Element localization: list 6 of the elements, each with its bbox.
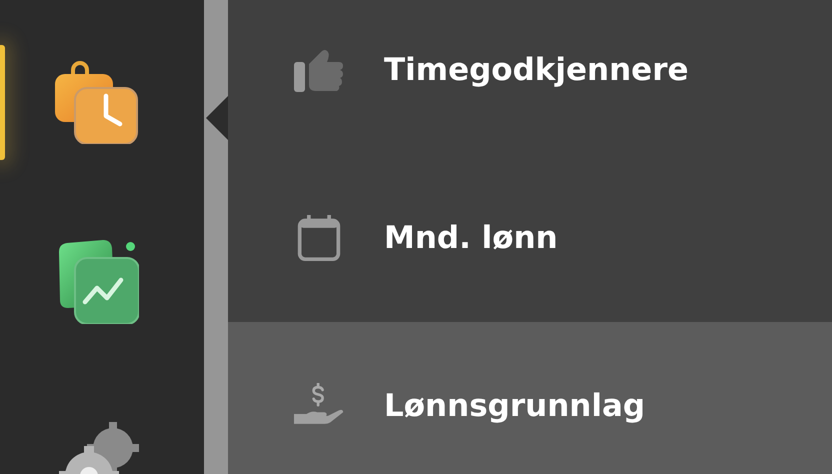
pointer-icon [206,96,228,140]
menu-item[interactable]: Timegodkjennere [228,0,832,154]
thumbs-up-icon [294,47,344,93]
menu-item[interactable]: Lønnsgrunnlag [228,322,832,474]
menu-item[interactable]: Mnd. lønn [228,154,832,322]
briefcase-clock-icon[interactable] [55,60,139,144]
